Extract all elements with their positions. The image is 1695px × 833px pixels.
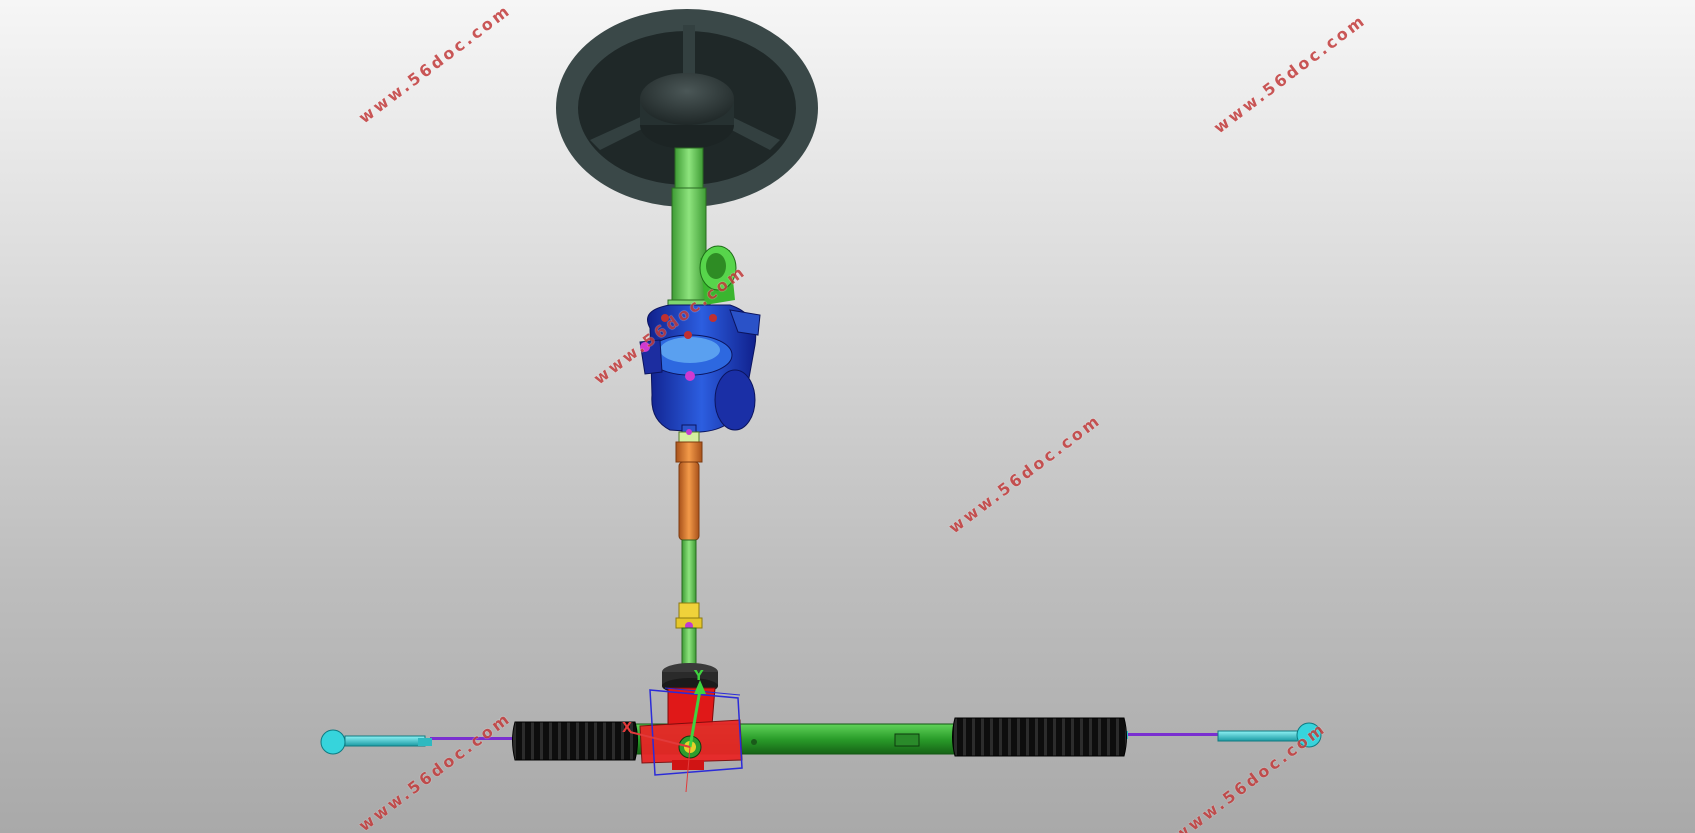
3d-viewport[interactable]: X Y www.56doc.com www.56doc.com www.56do… (0, 0, 1695, 833)
steering-assembly-model[interactable]: X Y (0, 0, 1695, 833)
universal-joint[interactable] (675, 602, 703, 669)
rack-boot-left[interactable] (512, 721, 638, 761)
y-axis-label: Y (693, 669, 704, 684)
intermediate-shaft[interactable] (675, 429, 703, 606)
rack-boot-right[interactable] (952, 717, 1127, 757)
pinion-housing[interactable] (639, 687, 743, 776)
x-axis-label: X (622, 721, 632, 736)
